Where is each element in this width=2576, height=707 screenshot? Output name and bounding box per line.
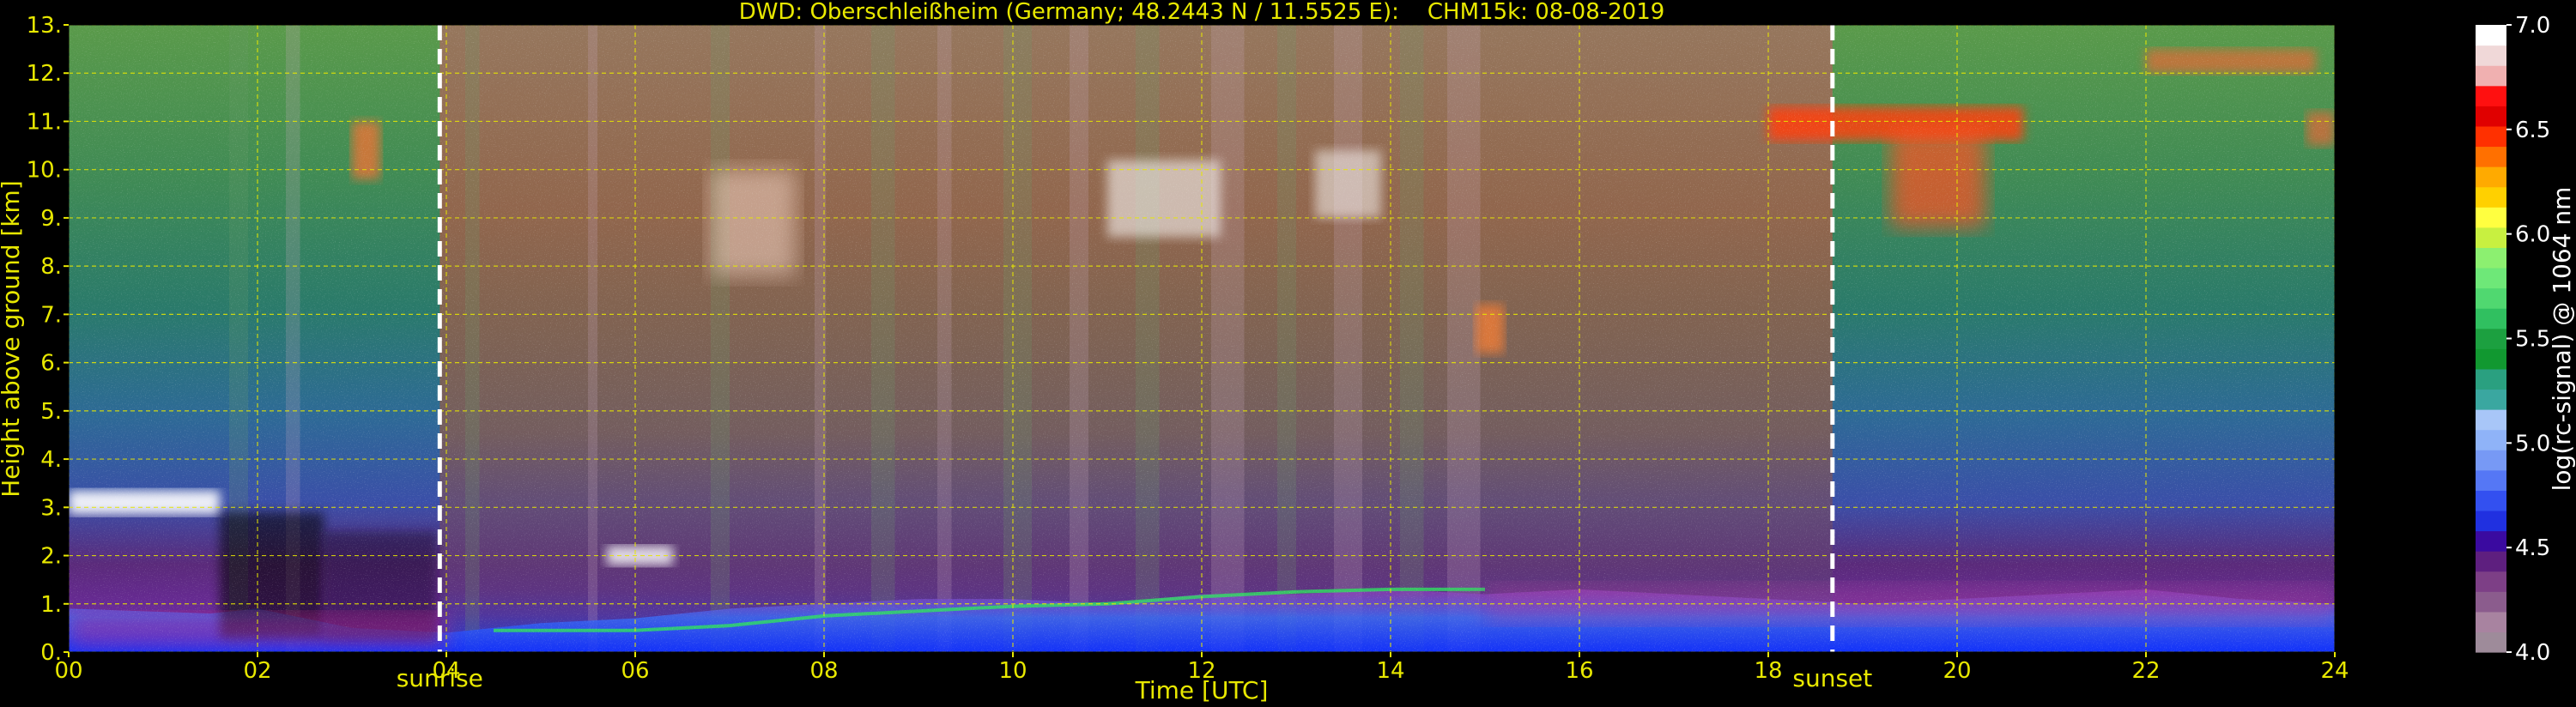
colorbar-segment xyxy=(2476,308,2506,329)
x-tick-label: 22 xyxy=(2131,658,2160,684)
x-tick-label: 14 xyxy=(1376,658,1404,684)
y-tick-label: 11. xyxy=(27,109,62,135)
colorbar-segment xyxy=(2476,125,2506,148)
colorbar-segment xyxy=(2476,106,2506,127)
colorbar-segment xyxy=(2476,146,2506,167)
colorbar-tick-label: 5.5 xyxy=(2515,327,2550,353)
y-tick-label: 7. xyxy=(40,302,62,328)
colorbar-segment xyxy=(2476,328,2506,349)
colorbar-segment xyxy=(2476,389,2506,410)
y-axis: 0. 1. 2. 3. 4. 5. 6. 7. 8. 9. 10. 11. 12. 13. xyxy=(27,13,69,666)
y-tick-label: 10. xyxy=(27,158,62,184)
colorbar-segment xyxy=(2476,287,2506,309)
colorbar-segment xyxy=(2476,591,2506,613)
colorbar-segment xyxy=(2476,65,2506,87)
colorbar: 4.0 4.5 5.0 5.5 6.0 6.5 7.0 xyxy=(2476,13,2550,666)
x-tick-label: 10 xyxy=(998,658,1027,684)
colorbar-segment xyxy=(2476,551,2506,572)
colorbar-label: log(rc-signal) @ 1064 nm xyxy=(2548,187,2576,492)
sunrise-label: sunrise xyxy=(397,664,483,692)
colorbar-tick-label: 6.5 xyxy=(2515,118,2550,143)
colorbar-segment xyxy=(2476,631,2506,653)
x-tick-label: 18 xyxy=(1754,658,1782,684)
colorbar-segment xyxy=(2476,186,2506,208)
x-tick-label: 08 xyxy=(809,658,838,684)
colorbar-tick-label: 4.5 xyxy=(2515,535,2550,561)
y-tick-label: 9. xyxy=(40,206,62,232)
y-tick-label: 3. xyxy=(40,495,62,521)
colorbar-segment xyxy=(2476,207,2506,228)
colorbar-segment xyxy=(2476,45,2506,66)
colorbar-segment xyxy=(2476,267,2506,289)
colorbar-segment xyxy=(2476,368,2506,390)
chart-title: DWD: Oberschleißheim (Germany; 48.2443 N… xyxy=(739,0,1665,25)
colorbar-segment xyxy=(2476,490,2506,511)
colorbar-segment xyxy=(2476,429,2506,450)
colorbar-segment xyxy=(2476,469,2506,491)
colorbar-segment xyxy=(2476,409,2506,431)
colorbar-tick-label: 4.0 xyxy=(2515,640,2550,666)
plot-area xyxy=(69,25,2335,652)
y-tick-label: 0. xyxy=(40,640,62,666)
colorbar-segment xyxy=(2476,166,2506,188)
x-tick-label: 06 xyxy=(621,658,649,684)
x-tick-label: 16 xyxy=(1565,658,1593,684)
x-tick-label: 20 xyxy=(1943,658,1971,684)
event-labels: sunrise sunset xyxy=(397,664,1873,692)
colorbar-segment xyxy=(2476,85,2506,106)
colorbar-segment xyxy=(2476,247,2506,269)
colorbar-segment xyxy=(2476,530,2506,552)
sunset-label: sunset xyxy=(1792,664,1872,692)
colorbar-segment xyxy=(2476,510,2506,532)
colorbar-tick-label: 5.0 xyxy=(2515,431,2550,456)
y-tick-label: 4. xyxy=(40,447,62,473)
x-tick-label: 24 xyxy=(2320,658,2349,684)
colorbar-segment xyxy=(2476,450,2506,471)
colorbar-segment xyxy=(2476,571,2506,592)
x-axis-label: Time [UTC] xyxy=(1135,676,1269,704)
y-axis-label: Height above ground [km] xyxy=(0,180,25,498)
y-tick-label: 6. xyxy=(40,351,62,377)
colorbar-segment xyxy=(2476,25,2506,46)
y-tick-label: 1. xyxy=(40,592,62,618)
colorbar-tick-label: 6.0 xyxy=(2515,222,2550,248)
colorbar-segment xyxy=(2476,227,2506,248)
colorbar-tick-label: 7.0 xyxy=(2515,13,2550,39)
x-tick-label: 02 xyxy=(243,658,271,684)
colorbar-segment xyxy=(2476,611,2506,633)
y-tick-label: 5. xyxy=(40,399,62,425)
y-tick-label: 13. xyxy=(27,13,62,39)
y-tick-label: 2. xyxy=(40,544,62,570)
colorbar-segment xyxy=(2476,348,2506,370)
y-tick-label: 8. xyxy=(40,254,62,280)
ceilometer-chart: 00 02 04 06 08 10 12 14 16 18 20 22 24 0.1.2.3.4.5.6… xyxy=(0,0,2576,704)
y-tick-label: 12. xyxy=(27,61,62,87)
